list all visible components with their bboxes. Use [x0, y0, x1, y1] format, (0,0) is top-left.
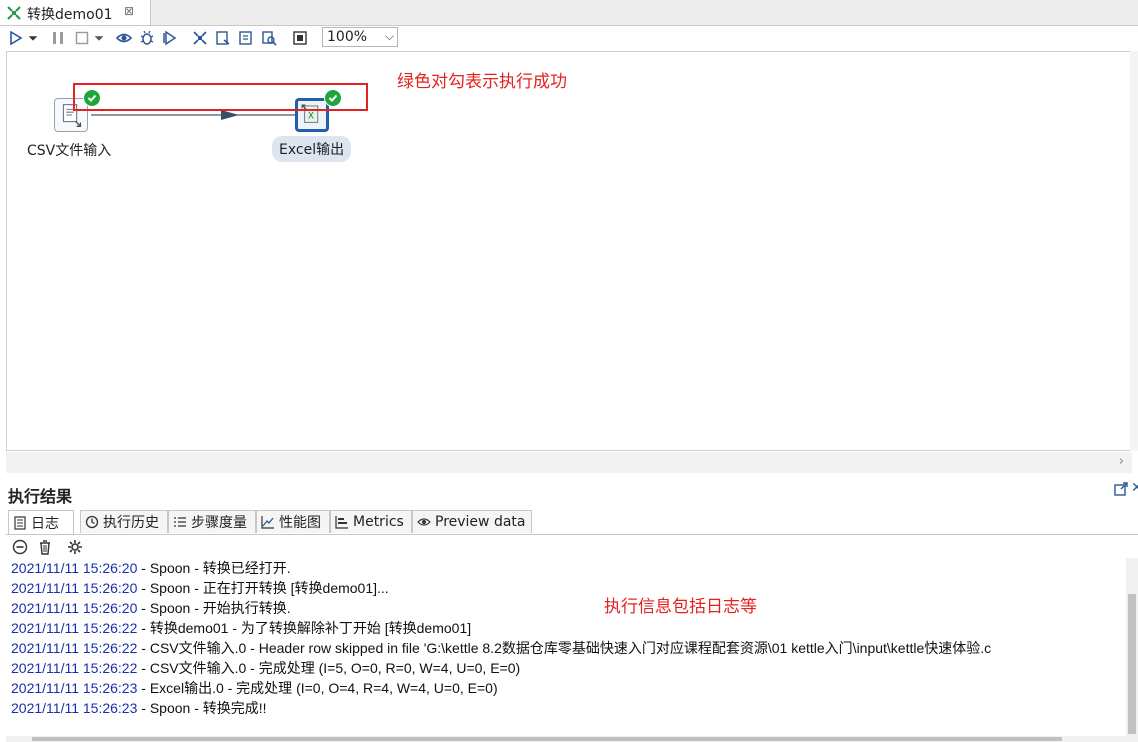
scroll-thumb[interactable]: [32, 737, 1062, 741]
sql-button[interactable]: [236, 26, 256, 50]
log-horizontal-scrollbar[interactable]: [6, 736, 1126, 742]
stop-icon: [75, 31, 89, 45]
clear-log-icon[interactable]: [12, 539, 28, 559]
document-icon: [13, 515, 27, 530]
tab-history[interactable]: 执行历史: [80, 510, 168, 533]
clock-icon: [85, 515, 99, 529]
search-icon: [262, 31, 277, 46]
log-line: 2021/11/11 15:26:23 - Spoon - 转换完成!!: [11, 700, 267, 716]
bug-icon: [140, 30, 154, 45]
canvas-vertical-scrollbar[interactable]: [1130, 51, 1138, 451]
stop-button[interactable]: [72, 26, 92, 50]
tab-preview-data[interactable]: Preview data: [412, 510, 532, 533]
log-line: 2021/11/11 15:26:22 - 转换demo01 - 为了转换解除补…: [11, 620, 472, 636]
tab-title: 转换demo01: [27, 7, 113, 23]
chevron-down-icon: ⌵: [384, 29, 394, 43]
svg-text:X: X: [308, 111, 314, 121]
stop-dropdown[interactable]: [92, 26, 106, 50]
log-line: 2021/11/11 15:26:22 - CSV文件输入.0 - Header…: [11, 640, 992, 656]
trash-icon[interactable]: [37, 539, 53, 559]
log-line: 2021/11/11 15:26:20 - Spoon - 开始执行转换.: [11, 600, 291, 616]
step-label-csv: CSV文件输入: [27, 143, 112, 159]
log-line: 2021/11/11 15:26:22 - CSV文件输入.0 - 完成处理 (…: [11, 660, 521, 676]
highlight-box: [73, 83, 368, 111]
log-text-area[interactable]: 2021/11/11 15:26:20 - Spoon - 转换已经打开. 20…: [6, 558, 1126, 734]
log-line: 2021/11/11 15:26:20 - Spoon - 正在打开转换 [转换…: [11, 580, 389, 596]
tab-step-metrics[interactable]: 步骤度量: [168, 510, 256, 533]
tab-label: 步骤度量: [191, 515, 247, 531]
eye-icon: [116, 33, 132, 43]
scroll-thumb[interactable]: [1128, 594, 1136, 734]
zoom-value: 100%: [327, 29, 368, 45]
tab-log[interactable]: 日志: [8, 510, 74, 534]
tab-label: Preview data: [435, 514, 526, 530]
sql-icon: [239, 31, 252, 45]
close-panel-icon[interactable]: ✕: [1131, 480, 1138, 496]
replay-icon: [163, 30, 177, 46]
list-icon: [173, 515, 187, 529]
log-vertical-scrollbar[interactable]: [1126, 558, 1138, 742]
tab-label: 日志: [31, 515, 59, 532]
results-tabs: 日志 执行历史 步骤度量 性能图 Metrics Preview data: [6, 510, 1138, 535]
impact-button[interactable]: [213, 26, 233, 50]
canvas-horizontal-scrollbar[interactable]: ›: [6, 452, 1132, 473]
toolbar: 100% ⌵: [0, 26, 1138, 50]
replay-button[interactable]: [160, 26, 180, 50]
show-results-button[interactable]: [290, 26, 310, 50]
results-panel: 执行结果 ✕ 日志 执行历史 步骤度量 性能图 Metrics Preview …: [0, 474, 1138, 742]
bar-icon: [335, 515, 349, 529]
play-icon: [10, 30, 23, 46]
verify-button[interactable]: [190, 26, 210, 50]
eye-icon: [417, 515, 431, 529]
scroll-right-icon[interactable]: ›: [1119, 454, 1124, 469]
tab-metrics[interactable]: Metrics: [330, 510, 412, 533]
chevron-down-icon: [94, 36, 104, 41]
log-annotation: 执行信息包括日志等: [604, 597, 757, 617]
run-button[interactable]: [6, 26, 26, 50]
gear-icon[interactable]: [67, 539, 83, 559]
transformation-canvas[interactable]: CSV文件输入 X Excel输出 绿色对勾表示执行成功: [6, 51, 1132, 451]
preview-button[interactable]: [114, 26, 134, 50]
tab-label: 执行历史: [103, 515, 159, 531]
canvas-annotation: 绿色对勾表示执行成功: [397, 72, 567, 92]
hop-connector[interactable]: [7, 52, 1131, 450]
impact-icon: [216, 31, 230, 45]
panel-icon: [293, 31, 307, 45]
transformation-icon: [6, 5, 22, 21]
tab-performance[interactable]: 性能图: [256, 510, 330, 533]
log-line: 2021/11/11 15:26:20 - Spoon - 转换已经打开.: [11, 560, 291, 576]
line-chart-icon: [261, 515, 275, 529]
maximize-icon[interactable]: [1113, 481, 1129, 501]
tab-label: Metrics: [353, 514, 404, 530]
chevron-down-icon: [28, 36, 38, 41]
editor-tab-bar: 转换demo01 ⊠: [0, 0, 1138, 26]
pause-button[interactable]: [48, 26, 68, 50]
tab-label: 性能图: [279, 515, 321, 531]
verify-icon: [193, 31, 207, 45]
run-dropdown[interactable]: [26, 26, 40, 50]
results-title: 执行结果: [8, 487, 73, 506]
pause-icon: [53, 32, 63, 44]
explore-db-button[interactable]: [259, 26, 279, 50]
log-line: 2021/11/11 15:26:23 - Excel输出.0 - 完成处理 (…: [11, 680, 498, 696]
debug-button[interactable]: [137, 26, 157, 50]
zoom-select[interactable]: 100% ⌵: [322, 27, 398, 47]
close-icon[interactable]: ⊠: [124, 4, 134, 18]
step-label-excel: Excel输出: [272, 136, 352, 162]
tab-transformation[interactable]: 转换demo01 ⊠: [0, 0, 151, 25]
